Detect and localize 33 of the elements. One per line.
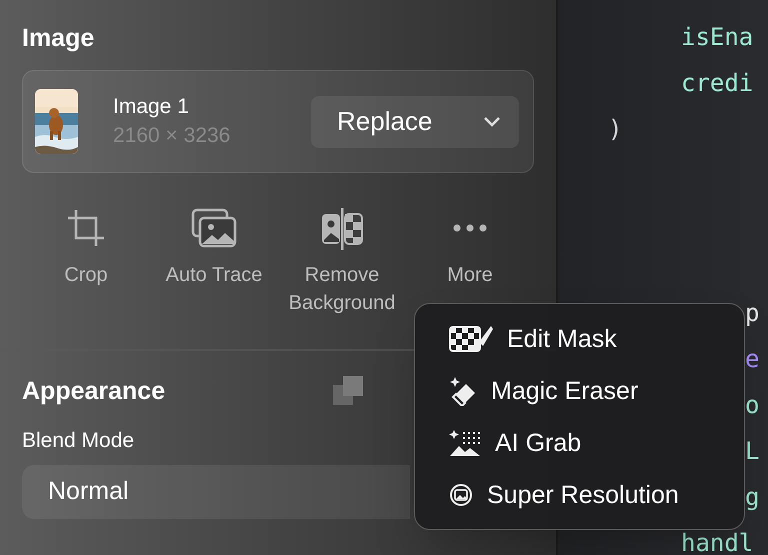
crop-icon bbox=[66, 208, 106, 248]
layers-icon[interactable] bbox=[332, 375, 364, 407]
action-button[interactable]: More bbox=[406, 205, 534, 289]
sparkle-mountain-icon bbox=[449, 428, 481, 456]
split-image-icon bbox=[320, 206, 364, 250]
action-button[interactable]: Crop bbox=[22, 205, 150, 289]
section-title: Appearance bbox=[22, 376, 166, 407]
sparkle-eraser-icon bbox=[449, 376, 477, 406]
image-circle-icon bbox=[449, 482, 473, 506]
action-button[interactable]: Remove Background bbox=[278, 205, 406, 317]
code-text: p bbox=[745, 298, 760, 329]
code-text: handl bbox=[681, 528, 754, 555]
checker-brush-icon bbox=[449, 324, 493, 354]
menu-item[interactable]: Magic Eraser bbox=[415, 372, 744, 408]
code-text: o bbox=[745, 390, 760, 421]
code-text: L bbox=[745, 436, 760, 467]
code-text: e bbox=[745, 344, 760, 375]
chevron-down-icon bbox=[483, 116, 501, 128]
code-text: credi bbox=[681, 68, 754, 99]
menu-item[interactable]: Super Resolution bbox=[415, 476, 744, 512]
field-label: Blend Mode bbox=[22, 428, 134, 454]
code-text: isEna bbox=[681, 22, 754, 53]
images-icon bbox=[191, 208, 237, 248]
code-text: ) bbox=[608, 114, 622, 145]
menu-item[interactable]: Edit Mask bbox=[415, 320, 744, 356]
section-title: Image bbox=[22, 23, 96, 54]
action-button[interactable]: Auto Trace bbox=[150, 205, 278, 289]
blend-mode-dropdown[interactable]: Normal bbox=[22, 465, 410, 519]
replace-dropdown[interactable]: Replace bbox=[311, 96, 519, 148]
image-name: Image 1 bbox=[113, 94, 190, 120]
menu-item[interactable]: AI Grab bbox=[415, 424, 744, 460]
code-text: g bbox=[745, 482, 760, 513]
more-icon bbox=[452, 223, 488, 233]
